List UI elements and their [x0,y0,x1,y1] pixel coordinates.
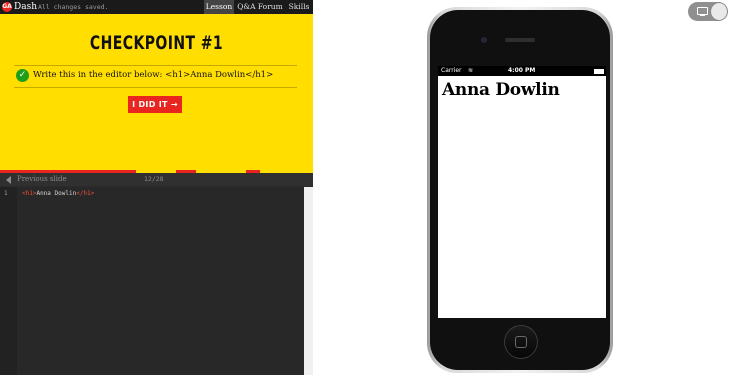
logo-icon: GA [2,2,12,12]
tab-lesson[interactable]: Lesson [204,0,234,14]
wifi-icon: ≋ [468,67,474,74]
previous-slide-link[interactable]: Previous slide [17,173,67,186]
status-time: 4:00 PM [508,67,536,74]
app-brand: Dash [14,2,37,12]
tab-qa-forum[interactable]: Q&A Forum [236,0,284,14]
editor-gutter [0,187,17,375]
speaker-grille [505,38,535,42]
save-status: All changes saved. [38,3,109,11]
i-did-it-button[interactable]: I DID IT → [128,96,182,113]
line-number: 1 [4,190,8,197]
carrier-label: Carrier [441,67,462,74]
toggle-knob[interactable] [711,3,727,20]
check-icon: ✓ [16,69,29,82]
code-line[interactable]: <h1>Anna Dowlin</h1> [22,190,94,198]
preview-heading: Anna Dowlin [442,80,560,100]
editor-scrollbar[interactable] [304,187,313,375]
divider [14,87,297,88]
code-editor[interactable] [0,187,304,375]
phone-screen [438,76,606,318]
home-square-icon [515,336,527,348]
tab-skills[interactable]: Skills [286,0,312,14]
monitor-stand [700,15,705,16]
divider [14,65,297,66]
slide-counter: 12/28 [144,175,164,183]
code-open-tag: <h1> [22,190,37,197]
checkpoint-title: CHECKPOINT #1 [89,32,224,54]
monitor-icon [697,7,708,15]
checkpoint-instruction: Write this in the editor below: <h1>Anna… [33,70,274,80]
camera-icon [481,37,487,43]
code-close-tag: </h1> [76,190,95,197]
code-text: Anna Dowlin [36,190,77,197]
battery-icon [594,69,604,74]
arrow-left-icon[interactable] [6,176,11,184]
